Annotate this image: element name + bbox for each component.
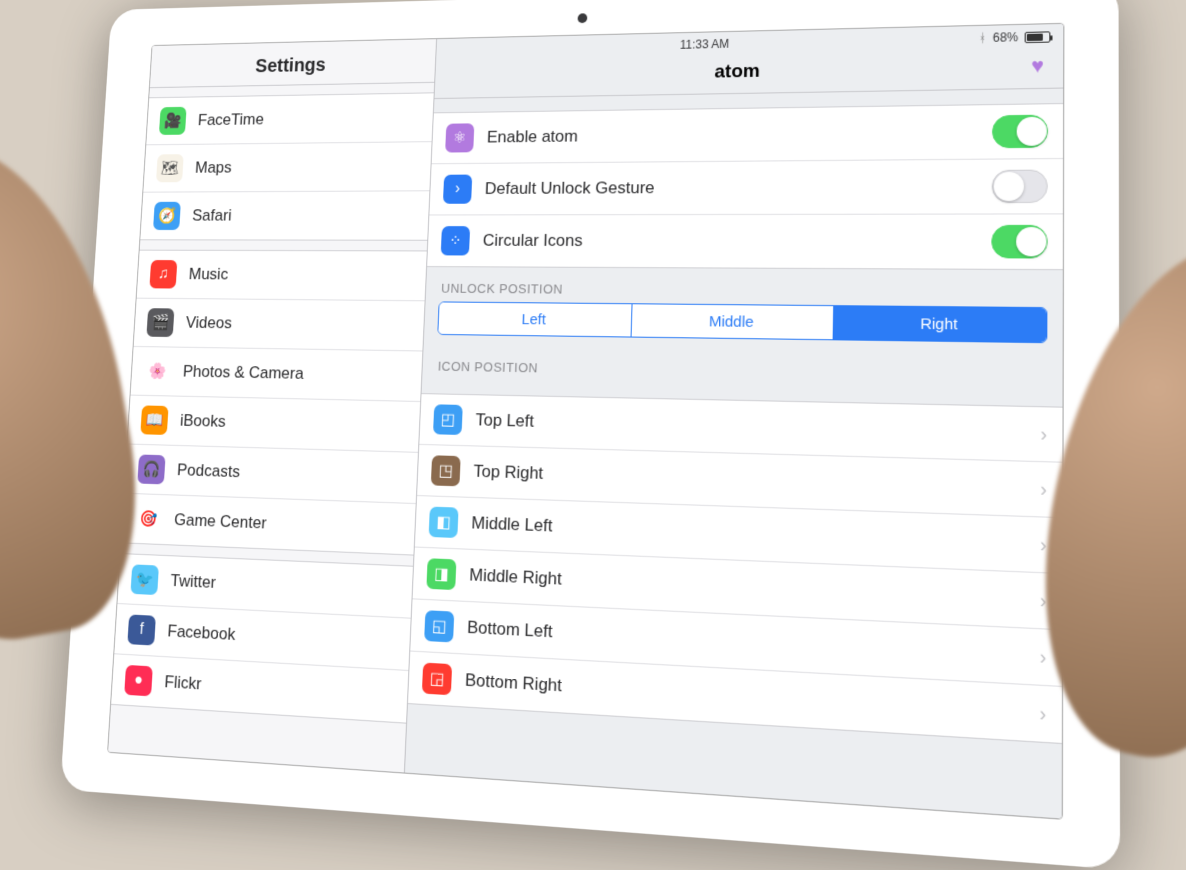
chevron-right-icon: ›: [1030, 701, 1046, 725]
front-camera: [577, 13, 587, 23]
music-icon: ♫: [149, 260, 177, 288]
detail-body: ⚛ Enable atom › Default Unlock Gesture ⁘ Circ…: [405, 89, 1063, 819]
sidebar-item-label: Game Center: [174, 510, 267, 533]
unlock-position-segmented[interactable]: LeftMiddleRight: [437, 301, 1047, 343]
segment-right[interactable]: Right: [834, 306, 1046, 342]
toggle-row-default-unlock-gesture: › Default Unlock Gesture: [429, 159, 1063, 215]
sidebar-item-label: iBooks: [180, 411, 227, 432]
sidebar-item-photos-camera[interactable]: 🌸 Photos & Camera: [130, 347, 422, 402]
chevron-right-icon: ›: [1031, 478, 1047, 501]
iconpos-label: Top Left: [475, 410, 1031, 444]
sidebar-list: 🎥 FaceTime 🗺 Maps 🧭 Safari ♫ Music 🎬 Videos 🌸 Photo…: [108, 83, 434, 773]
toggle-switch[interactable]: [992, 115, 1048, 149]
toggle-switch[interactable]: [992, 170, 1048, 204]
bottomright-icon: ◲: [422, 663, 452, 696]
segment-middle[interactable]: Middle: [631, 304, 834, 339]
sidebar-item-label: Twitter: [170, 571, 216, 593]
gamecenter-icon: 🎯: [134, 504, 162, 534]
sidebar-item-music[interactable]: ♫ Music: [137, 251, 427, 302]
sidebar-item-label: Photos & Camera: [182, 362, 304, 384]
ibooks-icon: 📖: [140, 405, 168, 435]
toggle-label: Enable atom: [487, 122, 993, 148]
safari-icon: 🧭: [153, 202, 181, 230]
sidebar-item-safari[interactable]: 🧭 Safari: [140, 191, 429, 239]
sidebar-item-label: FaceTime: [197, 110, 264, 130]
bluetooth-icon: ᚼ: [979, 31, 987, 45]
sidebar-item-label: Podcasts: [177, 461, 241, 483]
bottomleft-icon: ◱: [424, 610, 454, 642]
ipad-device: Settings 🎥 FaceTime 🗺 Maps 🧭 Safari ♫ Music 🎬 Vid…: [60, 0, 1120, 870]
dots-icon: ⁘: [441, 226, 470, 255]
topleft-icon: ◰: [433, 404, 463, 435]
toggle-row-enable-atom: ⚛ Enable atom: [432, 104, 1064, 164]
sidebar-item-ibooks[interactable]: 📖 iBooks: [127, 396, 420, 453]
facetime-icon: 🎥: [159, 107, 187, 135]
chevron-right-icon: ›: [1032, 423, 1047, 446]
facebook-icon: f: [127, 614, 156, 645]
photos-icon: 🌸: [143, 357, 171, 386]
sidebar-item-videos[interactable]: 🎬 Videos: [134, 299, 425, 352]
battery-percent: 68%: [993, 30, 1019, 45]
sidebar-item-label: Music: [188, 265, 228, 284]
battery-icon: [1025, 31, 1051, 43]
videos-icon: 🎬: [146, 308, 174, 337]
sidebar-item-game-center[interactable]: 🎯 Game Center: [121, 494, 415, 555]
flickr-icon: ●: [124, 665, 153, 696]
atom-icon: ⚛: [445, 123, 474, 152]
sidebar-item-label: Maps: [195, 158, 233, 177]
screen: Settings 🎥 FaceTime 🗺 Maps 🧭 Safari ♫ Music 🎬 Vid…: [107, 23, 1064, 820]
toggle-row-circular-icons: ⁘ Circular Icons: [427, 214, 1063, 269]
topright-icon: ◳: [431, 455, 461, 486]
heart-icon[interactable]: ♥: [1031, 55, 1044, 79]
sidebar-item-label: Flickr: [164, 672, 202, 694]
detail-title: atom: [714, 61, 760, 83]
sidebar-title: Settings: [150, 39, 436, 88]
middleleft-icon: ◧: [429, 507, 459, 538]
sidebar-item-label: Videos: [185, 313, 232, 333]
chevron-right-icon: ›: [1031, 589, 1047, 613]
middleright-icon: ◨: [426, 558, 456, 590]
chevron-right-icon: ›: [1031, 645, 1047, 669]
iconpos-label: Middle Left: [471, 513, 1031, 555]
status-time: 11:33 AM: [680, 37, 730, 52]
iconpos-label: Middle Right: [469, 565, 1031, 611]
gesture-icon: ›: [443, 175, 472, 204]
sidebar-item-maps[interactable]: 🗺 Maps: [143, 142, 431, 193]
toggle-group: ⚛ Enable atom › Default Unlock Gesture ⁘ Circ…: [427, 103, 1063, 270]
detail-pane: 11:33 AM ᚼ 68% atom ♥ ⚛ Enable atom › Defau…: [405, 24, 1063, 819]
podcasts-icon: 🎧: [137, 454, 165, 484]
sidebar-item-label: Facebook: [167, 621, 236, 645]
settings-sidebar: Settings 🎥 FaceTime 🗺 Maps 🧭 Safari ♫ Music 🎬 Vid…: [108, 39, 437, 772]
toggle-label: Circular Icons: [482, 231, 991, 252]
iconpos-label: Top Right: [473, 462, 1031, 500]
maps-icon: 🗺: [156, 154, 184, 182]
sidebar-item-facetime[interactable]: 🎥 FaceTime: [146, 93, 434, 145]
chevron-right-icon: ›: [1031, 533, 1047, 557]
sidebar-item-label: Safari: [192, 206, 232, 225]
toggle-label: Default Unlock Gesture: [484, 176, 991, 199]
toggle-switch[interactable]: [991, 225, 1047, 259]
segment-left[interactable]: Left: [438, 302, 632, 336]
twitter-icon: 🐦: [130, 564, 158, 595]
icon-position-group: ◰Top Left›◳Top Right›◧Middle Left›◨Middl…: [408, 393, 1063, 744]
